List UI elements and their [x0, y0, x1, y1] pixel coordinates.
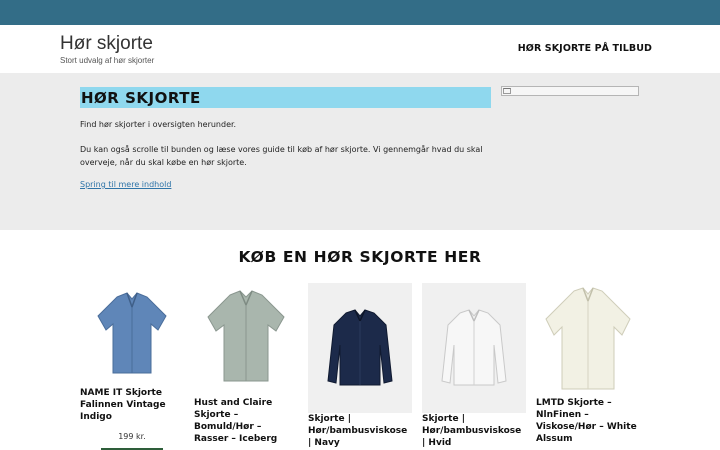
- shirt-blue-short-sleeve-icon: [97, 292, 167, 374]
- product-image[interactable]: [536, 283, 640, 395]
- product-name[interactable]: LMTD Skjorte – NlnFinen – Viskose/Hør – …: [536, 397, 642, 445]
- product-image[interactable]: [80, 283, 184, 387]
- page-title: HØR SKJORTE: [80, 87, 491, 108]
- product-card[interactable]: Hust and Claire Skjorte – Bomuld/Hør – R…: [194, 283, 298, 445]
- product-card[interactable]: LMTD Skjorte – NlnFinen – Viskose/Hør – …: [536, 283, 642, 445]
- product-name[interactable]: Skjorte | Hør/bambusviskose | Navy: [308, 413, 412, 449]
- product-card[interactable]: Skjorte | Hør/bambusviskose | Hvid: [422, 283, 526, 449]
- shirt-navy-long-sleeve-icon: [327, 309, 393, 386]
- site-tagline: Stort udvalg af hør skjorter: [60, 56, 155, 65]
- shirt-green-short-sleeve-icon: [207, 290, 285, 382]
- products-section-title: KØB EN HØR SKJORTE HER: [238, 248, 482, 266]
- site-title[interactable]: Hør skjorte: [60, 33, 153, 55]
- product-image[interactable]: [308, 283, 412, 413]
- product-name[interactable]: Hust and Claire Skjorte – Bomuld/Hør – R…: [194, 397, 298, 445]
- shirt-cream-short-sleeve-icon: [545, 287, 631, 390]
- hero-section: HØR SKJORTE Find hør skjorter i oversigt…: [0, 73, 720, 230]
- product-card[interactable]: Skjorte | Hør/bambusviskose | Navy: [308, 283, 412, 449]
- product-name[interactable]: NAME IT Skjorte Falinnen Vintage Indigo: [80, 387, 184, 423]
- hero-paragraph-1: Find hør skjorter i oversigten herunder.: [80, 120, 237, 129]
- broken-image: [501, 86, 639, 96]
- broken-image-icon: [503, 88, 511, 94]
- product-image[interactable]: [194, 283, 298, 387]
- top-bar: [0, 0, 720, 25]
- product-name[interactable]: Skjorte | Hør/bambusviskose | Hvid: [422, 413, 526, 449]
- product-price: 199 kr.: [118, 432, 146, 441]
- jump-to-content-link[interactable]: Spring til mere indhold: [80, 180, 171, 189]
- shirt-white-long-sleeve-icon: [441, 309, 507, 386]
- product-card[interactable]: NAME IT Skjorte Falinnen Vintage Indigo …: [80, 283, 184, 450]
- product-image[interactable]: [422, 283, 526, 413]
- site-header: Hør skjorte Stort udvalg af hør skjorter…: [0, 25, 720, 73]
- nav-link-offers[interactable]: HØR SKJORTE PÅ TILBUD: [518, 43, 652, 54]
- hero-paragraph-2: Du kan også scrolle til bunden og læse v…: [80, 145, 483, 167]
